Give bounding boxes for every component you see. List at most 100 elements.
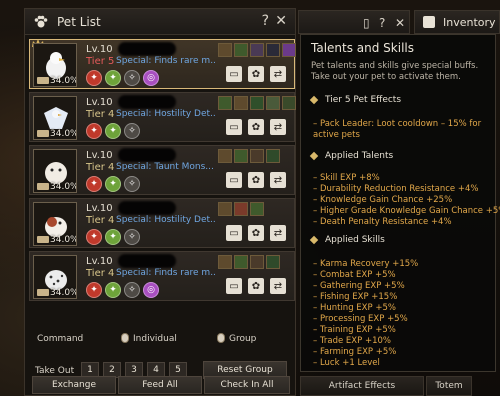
paw-action-icon[interactable]: ✿ — [248, 119, 264, 135]
swap-icon[interactable]: ⇄ — [270, 172, 286, 188]
individual-option[interactable]: Individual — [133, 334, 177, 344]
help-button[interactable]: ? — [262, 13, 269, 29]
pet-percent: 34.0% — [50, 288, 77, 298]
special-icon[interactable]: ◎ — [143, 70, 159, 86]
compass-icon[interactable]: ✧ — [124, 282, 140, 298]
check-in-all-button[interactable]: Check In All — [204, 376, 290, 394]
talent-line: – Death Penalty Resistance +4% — [313, 217, 452, 227]
exchange-button[interactable]: Exchange — [32, 376, 116, 394]
talents-heading: Applied Talents — [309, 151, 393, 161]
inventory-tab[interactable]: Inventory — [414, 10, 500, 34]
feed-all-button[interactable]: Feed All — [118, 376, 202, 394]
mouse-icon — [217, 333, 225, 343]
blurred-pet-name — [118, 148, 176, 162]
skills-heading: Applied Skills — [309, 235, 385, 245]
pet-actions: ▭ ✿ ⇄ — [226, 278, 286, 294]
pet-level: Lv.10 — [86, 97, 113, 108]
pet-card[interactable]: 34.0% Lv.10 Tier 4 Special: Finds rare m… — [29, 251, 295, 301]
feed-icon[interactable]: ▭ — [226, 278, 242, 294]
help-button[interactable]: ? — [379, 16, 385, 30]
pet-actions: ▭ ✿ ⇄ — [226, 172, 286, 188]
totem-tab[interactable]: Totem — [426, 376, 472, 396]
pet-card[interactable]: 34.0% Lv.10 Tier 4 Special: Hostility De… — [29, 92, 296, 142]
pet-stat-icons: ✦ ✦ ✧ — [86, 123, 140, 139]
pet-skill-icons — [218, 96, 296, 110]
diamond-bullet-icon — [309, 151, 319, 161]
pet-card[interactable]: 34.0% Lv.10 Tier 5 Special: Finds rare m… — [29, 39, 296, 89]
talent-line: – Durability Reduction Resistance +4% — [313, 184, 479, 194]
feed-icon[interactable]: ▭ — [226, 172, 242, 188]
paw-action-icon[interactable]: ✿ — [248, 225, 264, 241]
tier5-heading: Tier 5 Pet Effects — [309, 95, 401, 105]
paw-action-icon[interactable]: ✿ — [248, 172, 264, 188]
skill-icon — [218, 96, 232, 110]
swap-icon[interactable]: ⇄ — [270, 66, 286, 82]
compass-icon[interactable]: ✧ — [124, 123, 140, 139]
pet-skill-icons — [218, 149, 280, 163]
compass-icon[interactable]: ✧ — [124, 176, 140, 192]
document-icon[interactable]: ▯ — [363, 16, 370, 30]
hunger-icon[interactable]: ✦ — [86, 229, 102, 245]
close-button[interactable]: ✕ — [395, 16, 405, 30]
inventory-icon — [423, 16, 435, 28]
percent-badge-icon — [37, 289, 49, 296]
swap-icon[interactable]: ⇄ — [270, 278, 286, 294]
pet-card[interactable]: 34.0% Lv.10 Tier 4 Special: Taunt Mons..… — [29, 145, 295, 195]
loot-icon[interactable]: ✦ — [105, 70, 121, 86]
loot-icon[interactable]: ✦ — [105, 176, 121, 192]
hunger-icon[interactable]: ✦ — [86, 123, 102, 139]
window-title: Pet List — [57, 14, 101, 29]
swap-icon[interactable]: ⇄ — [270, 225, 286, 241]
group-option[interactable]: Group — [229, 334, 256, 344]
diamond-bullet-icon — [309, 95, 319, 105]
pet-stat-icons: ✦ ✦ ✧ ◎ — [86, 282, 159, 298]
pet-percent: 34.0% — [50, 129, 77, 139]
feed-icon[interactable]: ▭ — [226, 225, 242, 241]
pet-list-header: Pet List ? ✕ — [25, 9, 295, 35]
special-icon[interactable]: ◎ — [143, 282, 159, 298]
paw-action-icon[interactable]: ✿ — [248, 278, 264, 294]
inventory-label: Inventory — [443, 15, 496, 29]
loot-icon[interactable]: ✦ — [105, 123, 121, 139]
pet-card[interactable]: 34.0% Lv.10 Tier 4 Special: Hostility De… — [29, 198, 295, 248]
compass-icon[interactable]: ✧ — [124, 229, 140, 245]
skill-icon — [250, 43, 264, 57]
pet-special: Special: Hostility Det... — [116, 109, 216, 119]
skill-icon — [266, 43, 280, 57]
paw-action-icon[interactable]: ✿ — [248, 66, 264, 82]
skill-icon — [282, 43, 296, 57]
pet-level: Lv.10 — [86, 256, 113, 267]
blurred-pet-name — [118, 254, 176, 268]
close-button[interactable]: ✕ — [275, 13, 287, 29]
artifact-effects-tab[interactable]: Artifact Effects — [300, 376, 424, 396]
feed-icon[interactable]: ▭ — [226, 66, 242, 82]
feed-icon[interactable]: ▭ — [226, 119, 242, 135]
pet-level: Lv.10 — [86, 203, 113, 214]
command-label: Command — [37, 334, 84, 344]
loot-icon[interactable]: ✦ — [105, 229, 121, 245]
percent-badge-icon — [37, 77, 49, 84]
skill-line: – Fishing EXP +15% — [313, 292, 398, 302]
skill-icon — [234, 202, 248, 216]
skill-icon — [234, 96, 248, 110]
hunger-icon[interactable]: ✦ — [86, 176, 102, 192]
swap-icon[interactable]: ⇄ — [270, 119, 286, 135]
skill-icon — [218, 149, 232, 163]
skill-icon — [250, 255, 264, 269]
percent-badge-icon — [37, 183, 49, 190]
pet-special: Special: Taunt Mons... — [116, 162, 214, 172]
loot-icon[interactable]: ✦ — [105, 282, 121, 298]
pet-skill-icons — [218, 43, 296, 57]
hunger-icon[interactable]: ✦ — [86, 282, 102, 298]
skill-icon — [218, 43, 232, 57]
compass-icon[interactable]: ✧ — [124, 70, 140, 86]
hunger-icon[interactable]: ✦ — [86, 70, 102, 86]
pet-special: Special: Finds rare m... — [116, 268, 216, 278]
skill-icon — [266, 96, 280, 110]
pet-actions: ▭ ✿ ⇄ — [226, 66, 286, 82]
pet-actions: ▭ ✿ ⇄ — [226, 225, 286, 241]
pet-skill-icons — [218, 202, 264, 216]
skill-line: – Combat EXP +5% — [313, 270, 396, 280]
pet-actions: ▭ ✿ ⇄ — [226, 119, 286, 135]
tier5-effect: – Pack Leader: Loot cooldown – 15% for a… — [313, 119, 482, 140]
